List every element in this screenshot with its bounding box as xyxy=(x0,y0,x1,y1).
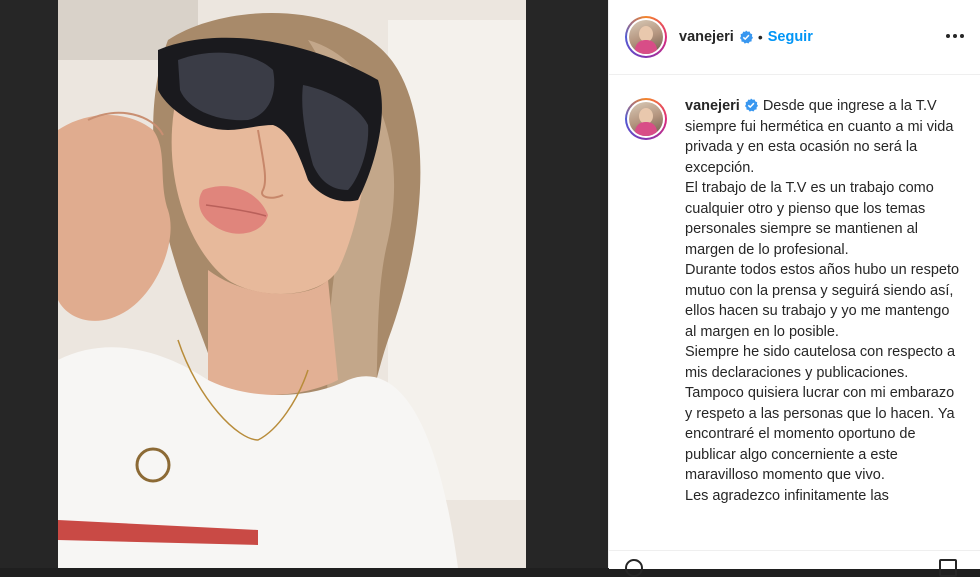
caption-author-avatar[interactable] xyxy=(625,98,667,140)
author-avatar[interactable] xyxy=(625,16,667,58)
more-options-icon[interactable] xyxy=(945,24,965,48)
verified-badge-icon xyxy=(744,98,758,112)
caption-paragraph: Les agradezco infinitamente las xyxy=(685,487,889,504)
action-bar xyxy=(609,550,980,577)
like-icon[interactable] xyxy=(625,559,643,577)
post-media-area xyxy=(0,0,608,568)
author-username[interactable]: vanejeri xyxy=(679,29,734,45)
post-header: vanejeri • Seguir xyxy=(609,0,980,75)
save-icon[interactable] xyxy=(939,559,957,577)
caption-paragraph: El trabajo de la T.V es un trabajo como … xyxy=(685,180,934,258)
selfie-illustration xyxy=(58,0,526,568)
post-photo[interactable] xyxy=(58,0,526,568)
post-side-panel: vanejeri • Seguir vanejeri Desde que ing… xyxy=(608,0,980,577)
caption-paragraph: Tampoco quisiera lucrar con mi embarazo … xyxy=(685,385,955,483)
header-separator: • xyxy=(757,29,763,45)
post-caption: vanejeri Desde que ingrese a la T.V siem… xyxy=(625,96,975,506)
follow-button[interactable]: Seguir xyxy=(768,29,813,45)
caption-username[interactable]: vanejeri xyxy=(685,98,740,114)
caption-paragraph: Siempre he sido cautelosa con respecto a… xyxy=(685,344,956,381)
caption-text: vanejeri Desde que ingrese a la T.V siem… xyxy=(685,96,963,506)
verified-badge-icon xyxy=(739,30,753,44)
caption-paragraph: Durante todos estos años hubo un respeto… xyxy=(685,262,960,340)
